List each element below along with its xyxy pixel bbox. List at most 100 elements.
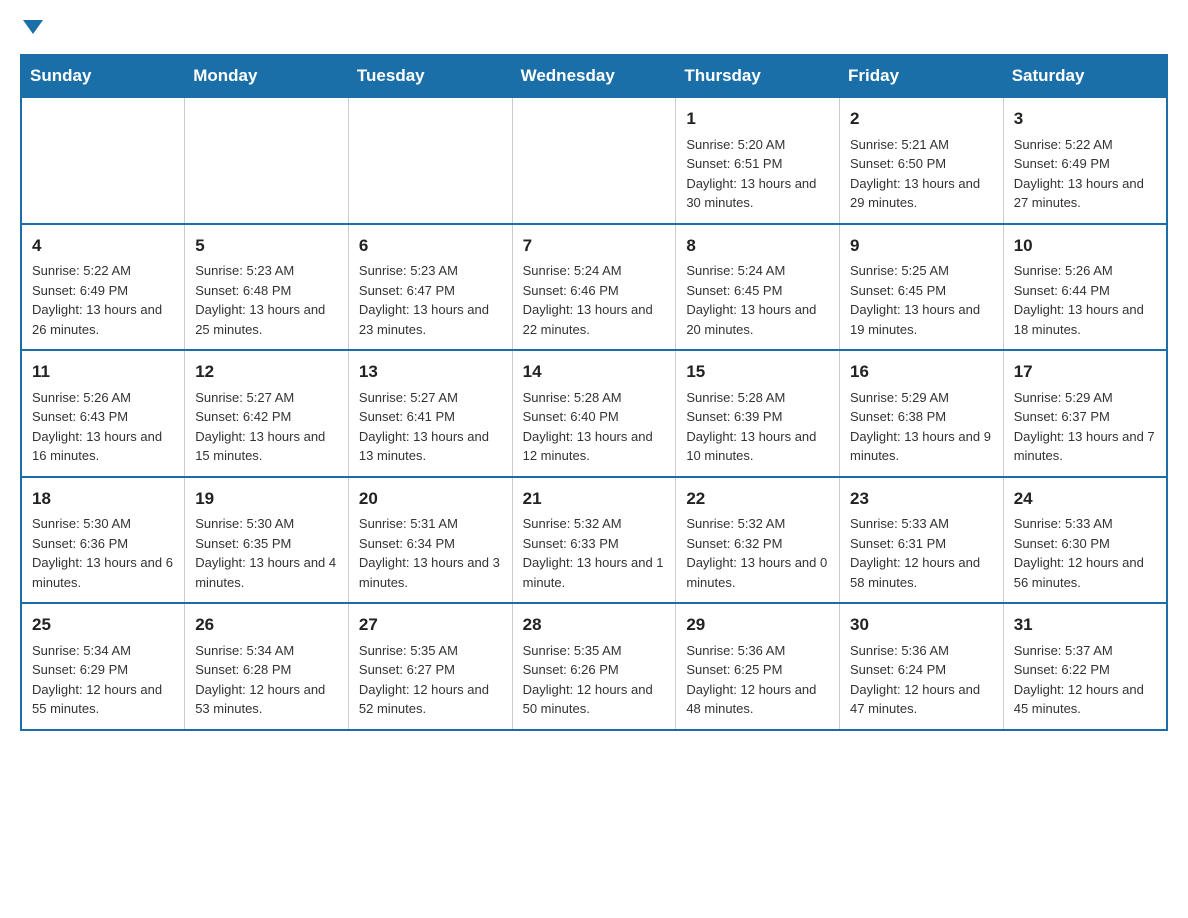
sunrise-text: Sunrise: 5:32 AM [686,514,829,534]
sunset-text: Sunset: 6:43 PM [32,407,174,427]
day-number: 19 [195,486,338,512]
calendar-cell [21,97,185,224]
day-number: 6 [359,233,502,259]
sunrise-text: Sunrise: 5:34 AM [32,641,174,661]
sunrise-text: Sunrise: 5:35 AM [359,641,502,661]
sunset-text: Sunset: 6:46 PM [523,281,666,301]
daylight-text: Daylight: 12 hours and 52 minutes. [359,680,502,719]
calendar-cell: 10Sunrise: 5:26 AMSunset: 6:44 PMDayligh… [1003,224,1167,351]
calendar-cell: 1Sunrise: 5:20 AMSunset: 6:51 PMDaylight… [676,97,840,224]
daylight-text: Daylight: 12 hours and 55 minutes. [32,680,174,719]
calendar-cell: 22Sunrise: 5:32 AMSunset: 6:32 PMDayligh… [676,477,840,604]
daylight-text: Daylight: 12 hours and 56 minutes. [1014,553,1156,592]
weekday-header-monday: Monday [185,55,349,97]
day-number: 28 [523,612,666,638]
daylight-text: Daylight: 13 hours and 16 minutes. [32,427,174,466]
sunset-text: Sunset: 6:32 PM [686,534,829,554]
sunset-text: Sunset: 6:49 PM [32,281,174,301]
sunrise-text: Sunrise: 5:23 AM [359,261,502,281]
calendar-header-row: SundayMondayTuesdayWednesdayThursdayFrid… [21,55,1167,97]
day-number: 16 [850,359,993,385]
calendar-cell: 14Sunrise: 5:28 AMSunset: 6:40 PMDayligh… [512,350,676,477]
calendar-cell: 17Sunrise: 5:29 AMSunset: 6:37 PMDayligh… [1003,350,1167,477]
daylight-text: Daylight: 12 hours and 53 minutes. [195,680,338,719]
daylight-text: Daylight: 12 hours and 50 minutes. [523,680,666,719]
sunset-text: Sunset: 6:44 PM [1014,281,1156,301]
sunrise-text: Sunrise: 5:27 AM [195,388,338,408]
daylight-text: Daylight: 13 hours and 29 minutes. [850,174,993,213]
calendar-table: SundayMondayTuesdayWednesdayThursdayFrid… [20,54,1168,731]
daylight-text: Daylight: 13 hours and 7 minutes. [1014,427,1156,466]
calendar-week-row: 25Sunrise: 5:34 AMSunset: 6:29 PMDayligh… [21,603,1167,730]
sunrise-text: Sunrise: 5:29 AM [850,388,993,408]
day-number: 24 [1014,486,1156,512]
calendar-cell: 25Sunrise: 5:34 AMSunset: 6:29 PMDayligh… [21,603,185,730]
daylight-text: Daylight: 13 hours and 27 minutes. [1014,174,1156,213]
day-number: 5 [195,233,338,259]
sunset-text: Sunset: 6:42 PM [195,407,338,427]
sunset-text: Sunset: 6:30 PM [1014,534,1156,554]
sunset-text: Sunset: 6:47 PM [359,281,502,301]
weekday-header-tuesday: Tuesday [348,55,512,97]
daylight-text: Daylight: 13 hours and 6 minutes. [32,553,174,592]
calendar-cell [512,97,676,224]
day-number: 1 [686,106,829,132]
sunrise-text: Sunrise: 5:24 AM [523,261,666,281]
daylight-text: Daylight: 13 hours and 30 minutes. [686,174,829,213]
daylight-text: Daylight: 13 hours and 19 minutes. [850,300,993,339]
sunset-text: Sunset: 6:45 PM [850,281,993,301]
day-number: 14 [523,359,666,385]
sunrise-text: Sunrise: 5:37 AM [1014,641,1156,661]
sunset-text: Sunset: 6:33 PM [523,534,666,554]
calendar-cell: 30Sunrise: 5:36 AMSunset: 6:24 PMDayligh… [840,603,1004,730]
day-number: 8 [686,233,829,259]
sunset-text: Sunset: 6:39 PM [686,407,829,427]
weekday-header-saturday: Saturday [1003,55,1167,97]
calendar-cell: 27Sunrise: 5:35 AMSunset: 6:27 PMDayligh… [348,603,512,730]
daylight-text: Daylight: 13 hours and 26 minutes. [32,300,174,339]
calendar-week-row: 11Sunrise: 5:26 AMSunset: 6:43 PMDayligh… [21,350,1167,477]
daylight-text: Daylight: 13 hours and 20 minutes. [686,300,829,339]
sunset-text: Sunset: 6:37 PM [1014,407,1156,427]
calendar-week-row: 1Sunrise: 5:20 AMSunset: 6:51 PMDaylight… [21,97,1167,224]
sunrise-text: Sunrise: 5:34 AM [195,641,338,661]
calendar-cell [348,97,512,224]
day-number: 13 [359,359,502,385]
day-number: 15 [686,359,829,385]
day-number: 30 [850,612,993,638]
sunrise-text: Sunrise: 5:21 AM [850,135,993,155]
page-header [20,20,1168,34]
sunrise-text: Sunrise: 5:31 AM [359,514,502,534]
sunset-text: Sunset: 6:24 PM [850,660,993,680]
sunrise-text: Sunrise: 5:29 AM [1014,388,1156,408]
day-number: 18 [32,486,174,512]
sunset-text: Sunset: 6:26 PM [523,660,666,680]
calendar-cell: 7Sunrise: 5:24 AMSunset: 6:46 PMDaylight… [512,224,676,351]
daylight-text: Daylight: 13 hours and 12 minutes. [523,427,666,466]
calendar-cell: 9Sunrise: 5:25 AMSunset: 6:45 PMDaylight… [840,224,1004,351]
calendar-cell: 26Sunrise: 5:34 AMSunset: 6:28 PMDayligh… [185,603,349,730]
day-number: 26 [195,612,338,638]
day-number: 21 [523,486,666,512]
calendar-cell: 15 Sunrise: 5:28 AMSunset: 6:39 PMDayligh… [676,350,840,477]
daylight-text: Daylight: 12 hours and 47 minutes. [850,680,993,719]
sunrise-text: Sunrise: 5:30 AM [32,514,174,534]
sunset-text: Sunset: 6:36 PM [32,534,174,554]
sunset-text: Sunset: 6:31 PM [850,534,993,554]
sunset-text: Sunset: 6:40 PM [523,407,666,427]
daylight-text: Daylight: 13 hours and 1 minute. [523,553,666,592]
daylight-text: Daylight: 12 hours and 58 minutes. [850,553,993,592]
sunset-text: Sunset: 6:45 PM [686,281,829,301]
day-number: 7 [523,233,666,259]
sunrise-text: Sunrise: 5:26 AM [1014,261,1156,281]
daylight-text: Daylight: 13 hours and 9 minutes. [850,427,993,466]
day-number: 29 [686,612,829,638]
sunrise-text: Sunrise: 5:30 AM [195,514,338,534]
calendar-cell: 3Sunrise: 5:22 AMSunset: 6:49 PMDaylight… [1003,97,1167,224]
weekday-header-wednesday: Wednesday [512,55,676,97]
sunrise-text: Sunrise: 5:25 AM [850,261,993,281]
sunrise-text: Sunrise: 5:28 AM [686,388,829,408]
daylight-text: Daylight: 13 hours and 10 minutes. [686,427,829,466]
day-number: 10 [1014,233,1156,259]
day-number: 20 [359,486,502,512]
